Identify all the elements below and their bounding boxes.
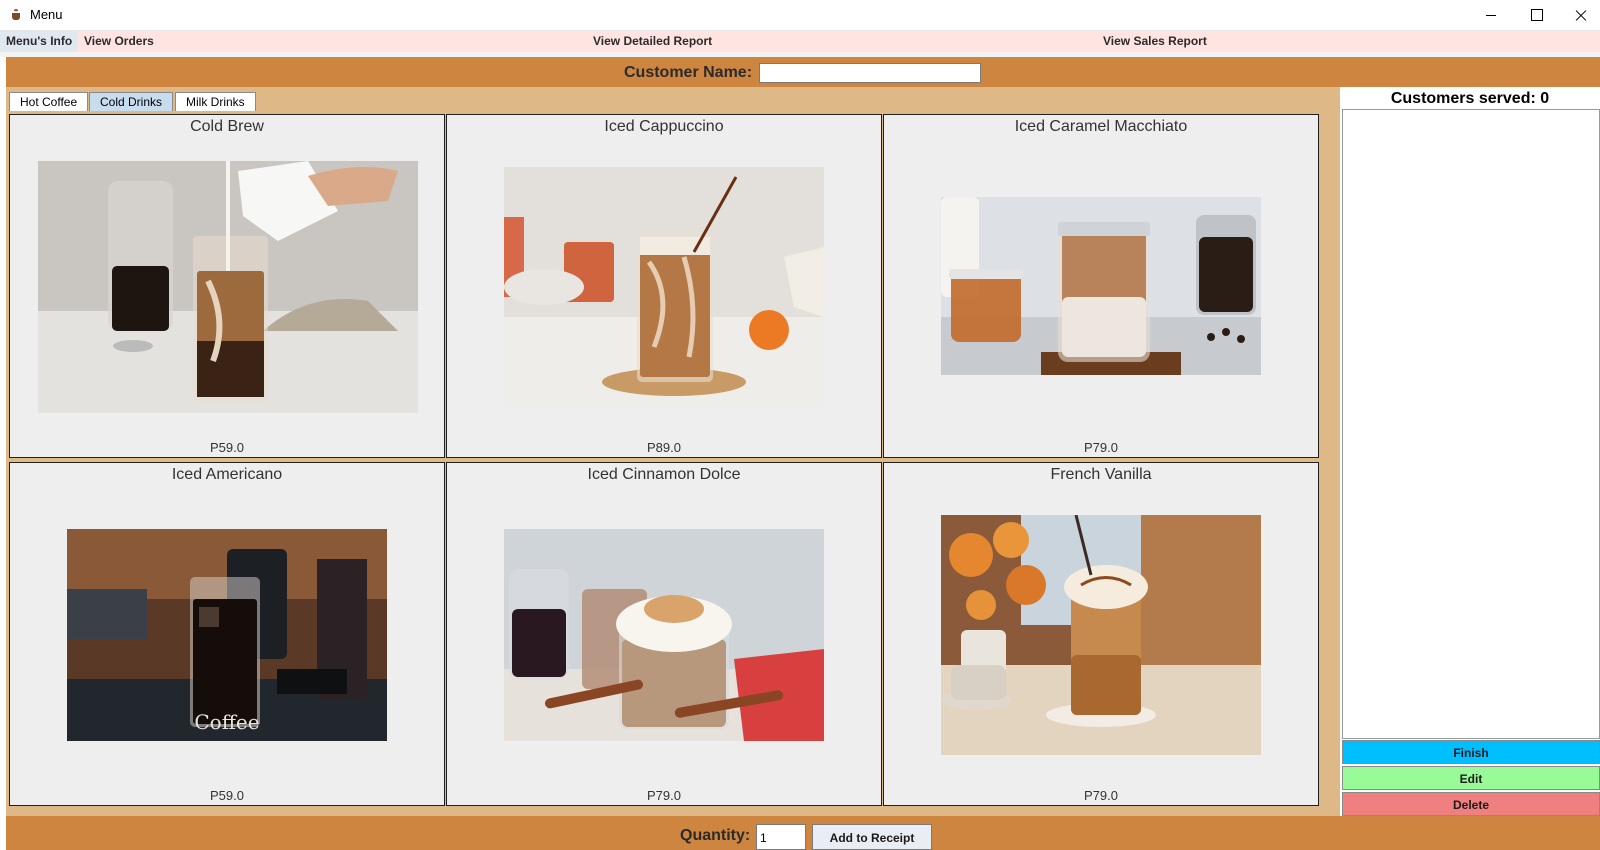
receipt-panel: Customers served: 0 Finish Edit Delete (1340, 87, 1600, 816)
iced-cappuccino-photo (504, 167, 824, 407)
product-card-french-vanilla[interactable]: French Vanilla P79.0 (883, 462, 1319, 806)
product-card-iced-cinnamon-dolce[interactable]: Iced Cinnamon Dolce P79.0 (446, 462, 882, 806)
product-card-cold-brew[interactable]: Cold Brew P59.0 (9, 114, 445, 458)
delete-button[interactable]: Delete (1342, 792, 1600, 816)
product-card-iced-americano[interactable]: Iced Americano Coffee P59.0 (9, 462, 445, 806)
close-button[interactable] (1560, 0, 1600, 31)
menu-view-sales-report[interactable]: View Sales Report (1103, 34, 1207, 48)
minimize-button[interactable] (1468, 0, 1514, 31)
iced-cinnamon-dolce-photo (504, 529, 824, 741)
menu-bar: Menu's Info View Orders View Detailed Re… (0, 31, 1600, 52)
receipt-list[interactable] (1342, 109, 1600, 739)
quantity-label: Quantity: (680, 827, 751, 844)
customer-name-label: Customer Name: (624, 64, 753, 81)
menu-menus-info[interactable]: Menu's Info (0, 31, 79, 52)
product-name: Iced Cinnamon Dolce (587, 466, 741, 483)
finish-button[interactable]: Finish (1342, 740, 1600, 764)
svg-text:Coffee: Coffee (194, 710, 259, 734)
product-name: Iced Americano (171, 466, 283, 483)
customers-served-count: Customers served: 0 (1390, 90, 1550, 107)
product-name: Iced Cappuccino (604, 118, 724, 135)
coffee-cup-icon (11, 9, 22, 21)
customer-bar: Customer Name: (6, 57, 1600, 87)
product-price: P89.0 (647, 440, 681, 455)
french-vanilla-photo (941, 515, 1261, 755)
cold-brew-photo (38, 161, 418, 413)
window-title: Menu (30, 7, 63, 22)
menu-view-detailed-report[interactable]: View Detailed Report (593, 34, 712, 48)
quantity-input[interactable]: 1 (756, 824, 806, 850)
product-price: P79.0 (1084, 788, 1118, 803)
product-grid: Cold Brew P59.0 Iced Cappuccino P89.0 Ic… (6, 111, 1340, 816)
product-name: Iced Caramel Macchiato (1014, 118, 1188, 135)
tab-hot-coffee[interactable]: Hot Coffee (9, 92, 89, 111)
product-price: P59.0 (210, 440, 244, 455)
product-name: French Vanilla (1050, 466, 1152, 483)
menu-view-orders[interactable]: View Orders (84, 34, 154, 48)
product-card-iced-cappuccino[interactable]: Iced Cappuccino P89.0 (446, 114, 882, 458)
product-price: P79.0 (1084, 440, 1118, 455)
tab-milk-drinks[interactable]: Milk Drinks (175, 92, 256, 111)
edit-button[interactable]: Edit (1342, 766, 1600, 790)
product-name: Cold Brew (190, 118, 264, 135)
product-card-iced-caramel-macchiato[interactable]: Iced Caramel Macchiato P79.0 (883, 114, 1319, 458)
maximize-button[interactable] (1514, 0, 1560, 31)
product-price: P79.0 (647, 788, 681, 803)
customer-name-input[interactable] (759, 63, 981, 83)
product-price: P59.0 (210, 788, 244, 803)
iced-caramel-macchiato-photo (941, 197, 1261, 375)
iced-americano-photo: Coffee (67, 529, 387, 741)
quantity-bar: Quantity: 1 Add to Receipt (6, 816, 1600, 850)
title-bar: Menu (0, 0, 1600, 31)
category-tabs: Hot Coffee Cold Drinks Milk Drinks (6, 87, 1340, 111)
add-to-receipt-button[interactable]: Add to Receipt (812, 824, 932, 850)
tab-cold-drinks[interactable]: Cold Drinks (89, 92, 174, 111)
